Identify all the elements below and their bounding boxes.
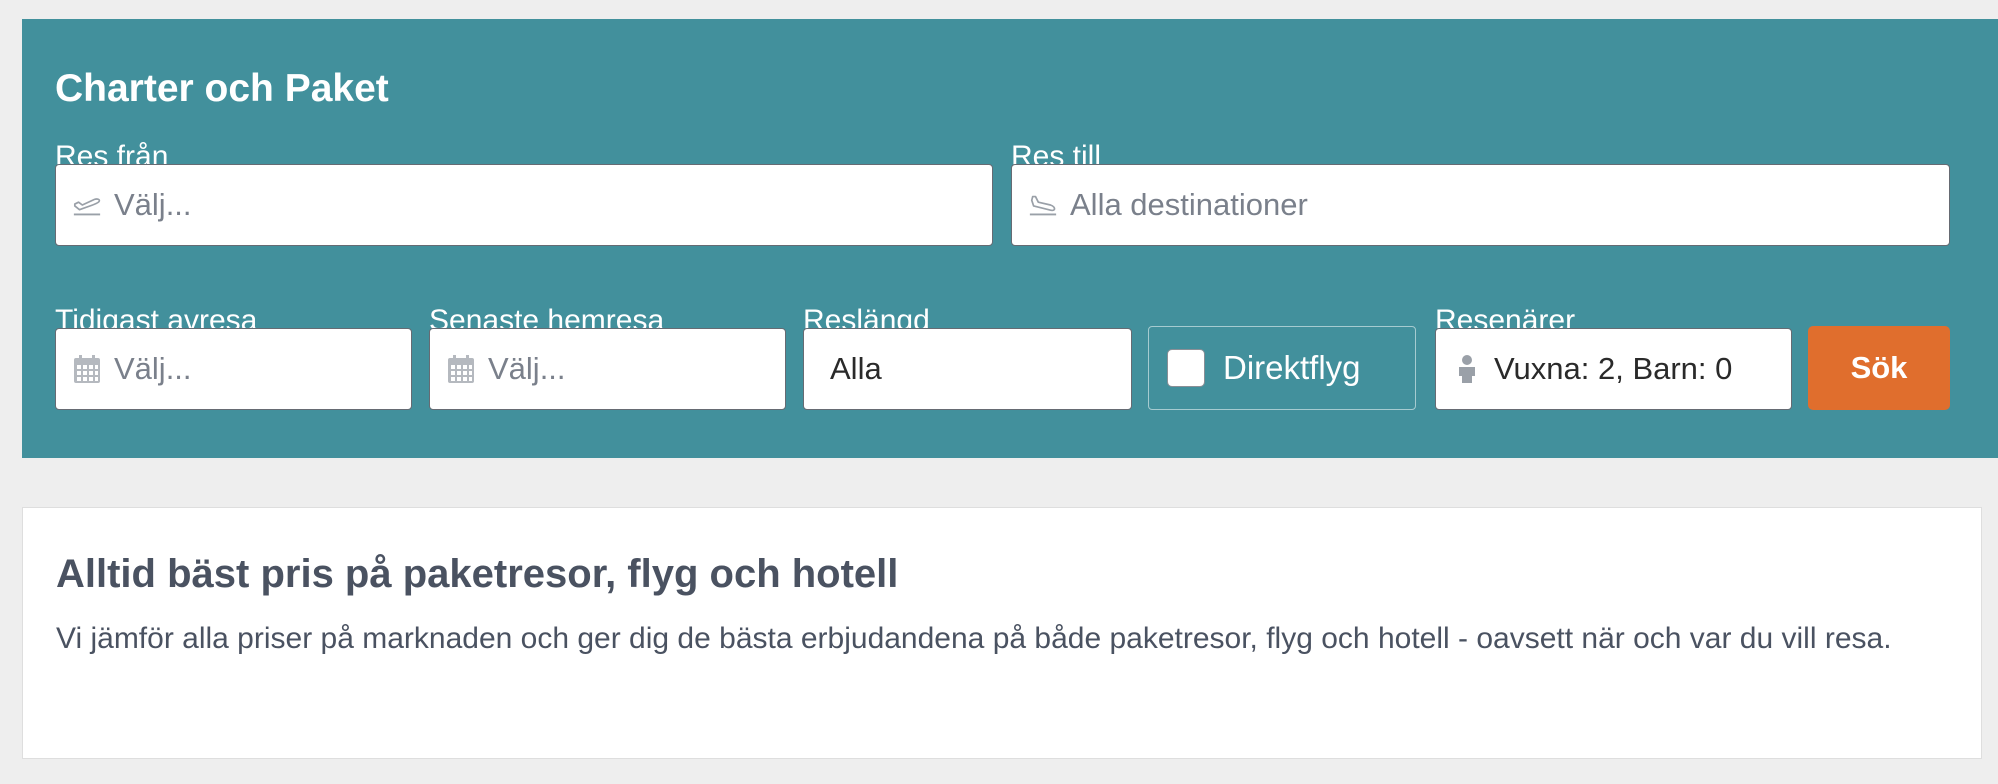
- search-panel: Charter och Paket Res från Res till Välj…: [22, 19, 1998, 458]
- direct-flight-label: Direktflyg: [1223, 349, 1361, 386]
- direct-flight-checkbox[interactable]: [1167, 349, 1205, 387]
- calendar-icon: [72, 354, 102, 384]
- direct-flight-toggle[interactable]: Direktflyg: [1148, 326, 1416, 410]
- latest-return-placeholder: Välj...: [488, 351, 566, 386]
- earliest-departure-placeholder: Välj...: [114, 351, 192, 386]
- from-placeholder: Välj...: [114, 187, 192, 222]
- travelers-input[interactable]: Vuxna: 2, Barn: 0: [1435, 328, 1792, 410]
- to-placeholder: Alla destinationer: [1070, 187, 1308, 222]
- person-icon: [1452, 354, 1482, 384]
- travelers-value: Vuxna: 2, Barn: 0: [1494, 351, 1733, 386]
- latest-return-input[interactable]: Välj...: [429, 328, 786, 410]
- panel-title: Charter och Paket: [55, 67, 389, 110]
- from-input[interactable]: Välj...: [55, 164, 993, 246]
- info-text: Vi jämför alla priser på marknaden och g…: [56, 622, 1892, 655]
- info-card: Alltid bäst pris på paketresor, flyg och…: [22, 507, 1982, 759]
- search-button[interactable]: Sök: [1808, 326, 1950, 410]
- calendar-icon: [446, 354, 476, 384]
- info-title: Alltid bäst pris på paketresor, flyg och…: [56, 552, 899, 596]
- plane-departure-icon: [72, 190, 102, 220]
- earliest-departure-input[interactable]: Välj...: [55, 328, 412, 410]
- to-input[interactable]: Alla destinationer: [1011, 164, 1950, 246]
- duration-select[interactable]: Alla: [803, 328, 1132, 410]
- plane-arrival-icon: [1028, 190, 1058, 220]
- duration-value: Alla: [830, 351, 882, 386]
